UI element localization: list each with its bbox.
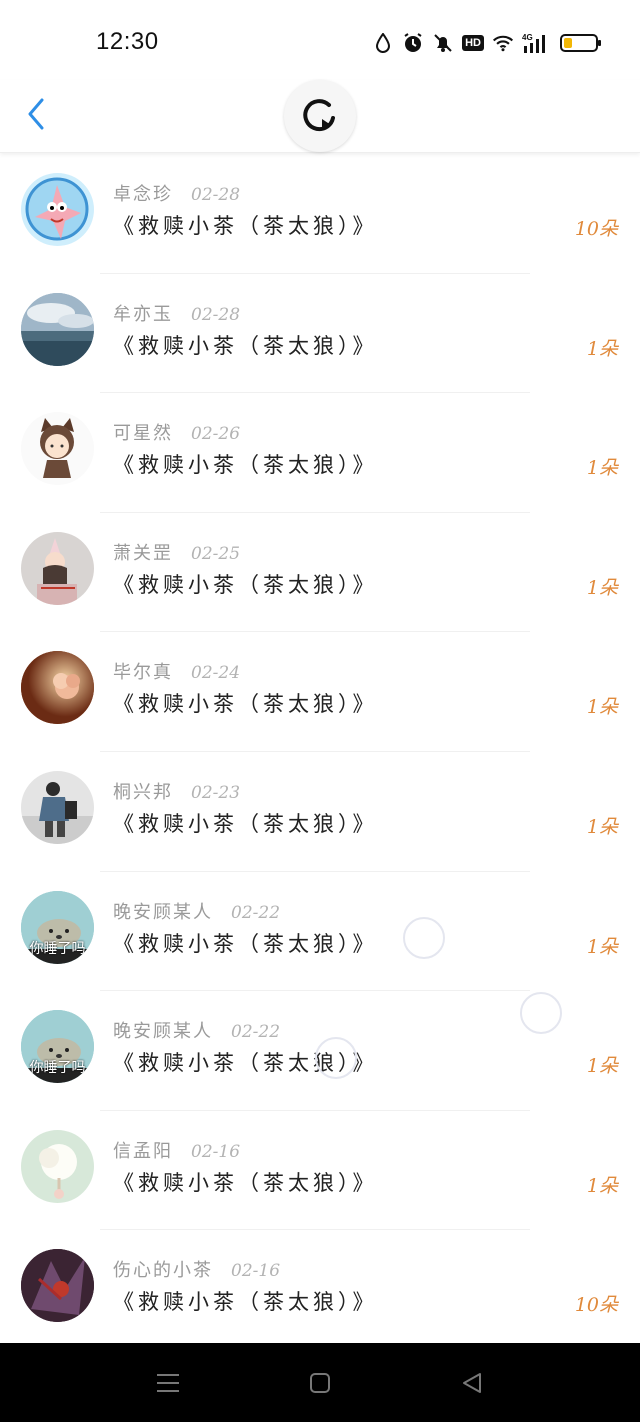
mute-bell-icon — [432, 32, 454, 54]
list-item[interactable]: 牟亦玉 02-28 《救赎小茶（茶太狼）》 1朵 — [0, 274, 640, 394]
gift-date: 02-23 — [191, 782, 241, 803]
gift-date: 02-28 — [191, 304, 241, 325]
user-name: 毕尔真 — [113, 662, 173, 684]
battery-icon — [560, 34, 601, 52]
back-button[interactable] — [18, 94, 54, 134]
list-item[interactable]: 毕尔真 02-24 《救赎小茶（茶太狼）》 1朵 — [0, 632, 640, 752]
user-name: 晚安顾某人 — [113, 901, 213, 923]
avatar[interactable] — [21, 1129, 94, 1203]
avatar[interactable]: 你睡了吗 — [21, 1010, 94, 1084]
user-name: 萧关罡 — [113, 542, 173, 564]
avatar[interactable] — [21, 412, 94, 486]
user-name: 卓念珍 — [113, 184, 173, 205]
book-title: 《救赎小茶（茶太狼）》 — [113, 214, 378, 238]
avatar[interactable] — [21, 770, 94, 844]
user-name: 可星然 — [113, 423, 173, 445]
name-line: 信孟阳 02-16 — [113, 1137, 240, 1163]
back-nav-button[interactable] — [458, 1369, 486, 1397]
hd-icon: HD — [462, 35, 484, 51]
touch-indicator — [403, 917, 445, 959]
list-item[interactable]: 信孟阳 02-16 《救赎小茶（茶太狼）》 1朵 — [0, 1111, 640, 1231]
gift-list: 卓念珍 02-28 《救赎小茶（茶太狼）》 10朵 牟亦玉 02-28 《救赎小… — [0, 154, 640, 1350]
gift-date: 02-16 — [231, 1261, 281, 1282]
refresh-button[interactable] — [284, 80, 356, 152]
gift-date: 02-26 — [191, 424, 241, 445]
list-item[interactable]: 卓念珍 02-28 《救赎小茶（茶太狼）》 10朵 — [0, 154, 640, 274]
home-square-icon — [310, 1373, 330, 1393]
flower-count: 10朵 — [574, 1294, 618, 1317]
alarm-icon — [402, 32, 424, 54]
avatar[interactable] — [21, 1249, 94, 1323]
list-item[interactable]: 萧关罡 02-25 《救赎小茶（茶太狼）》 1朵 — [0, 513, 640, 633]
name-line: 桐兴邦 02-23 — [113, 778, 240, 804]
book-title: 《救赎小茶（茶太狼）》 — [113, 811, 378, 836]
list-item[interactable]: 伤心的小茶 02-16 《救赎小茶（茶太狼）》 10朵 — [0, 1230, 640, 1350]
name-line: 萧关罡 02-25 — [113, 539, 240, 565]
avatar[interactable] — [21, 173, 94, 246]
name-line: 毕尔真 02-24 — [113, 658, 240, 684]
signal-4g-icon: 4G — [522, 32, 552, 54]
wifi-icon — [492, 32, 514, 54]
name-line: 伤心的小茶 02-16 — [113, 1256, 280, 1282]
system-nav-bar — [0, 1343, 640, 1422]
gift-date: 02-25 — [191, 543, 241, 564]
user-name: 桐兴邦 — [113, 781, 173, 803]
flower-count: 1朵 — [586, 457, 618, 480]
book-title: 《救赎小茶（茶太狼）》 — [113, 1170, 378, 1195]
list-item[interactable]: 桐兴邦 02-23 《救赎小茶（茶太狼）》 1朵 — [0, 752, 640, 872]
user-name: 伤心的小茶 — [113, 1260, 213, 1282]
avatar[interactable] — [21, 531, 94, 605]
touch-indicator — [520, 992, 562, 1034]
book-title: 《救赎小茶（茶太狼）》 — [113, 931, 378, 956]
list-item[interactable]: 可星然 02-26 《救赎小茶（茶太狼）》 1朵 — [0, 393, 640, 513]
chevron-left-icon — [28, 98, 44, 130]
back-triangle-icon — [463, 1373, 481, 1393]
user-name: 晚安顾某人 — [113, 1021, 213, 1043]
avatar[interactable] — [21, 651, 94, 725]
name-line: 可星然 02-26 — [113, 419, 240, 445]
name-line: 卓念珍 02-28 — [113, 180, 240, 206]
book-title: 《救赎小茶（茶太狼）》 — [113, 1290, 378, 1315]
water-drop-icon — [372, 32, 394, 54]
avatar-caption: 你睡了吗 — [29, 940, 86, 957]
name-line: 晚安顾某人 02-22 — [113, 898, 280, 924]
gift-date: 02-22 — [231, 1022, 281, 1043]
home-button[interactable] — [306, 1369, 334, 1397]
menu-button[interactable] — [154, 1369, 182, 1397]
status-time: 12:30 — [96, 28, 159, 55]
gift-date: 02-24 — [191, 663, 241, 684]
status-icons: HD 4G — [372, 28, 601, 58]
list-item[interactable]: 你睡了吗 晚安顾某人 02-22 《救赎小茶（茶太狼）》 1朵 — [0, 872, 640, 992]
status-bar: 12:30 HD 4G — [0, 0, 640, 80]
gift-date: 02-16 — [191, 1141, 241, 1162]
flower-count: 1朵 — [586, 1055, 618, 1078]
name-line: 牟亦玉 02-28 — [113, 300, 240, 326]
book-title: 《救赎小茶（茶太狼）》 — [113, 333, 378, 358]
avatar[interactable]: 你睡了吗 — [21, 890, 94, 964]
book-title: 《救赎小茶（茶太狼）》 — [113, 572, 378, 597]
user-name: 牟亦玉 — [113, 303, 173, 325]
flower-count: 1朵 — [586, 935, 618, 958]
flower-count: 1朵 — [586, 576, 618, 599]
book-title: 《救赎小茶（茶太狼）》 — [113, 692, 378, 717]
flower-count: 1朵 — [586, 337, 618, 360]
avatar[interactable] — [21, 292, 94, 366]
flower-count: 1朵 — [586, 815, 618, 838]
flower-count: 10朵 — [574, 218, 618, 240]
avatar-caption: 你睡了吗 — [29, 1060, 86, 1077]
name-line: 晚安顾某人 02-22 — [113, 1017, 280, 1043]
menu-icon — [157, 1374, 179, 1392]
network-label: 4G — [522, 33, 533, 42]
book-title: 《救赎小茶（茶太狼）》 — [113, 453, 378, 478]
gift-date: 02-22 — [231, 902, 281, 923]
top-header — [0, 80, 640, 153]
refresh-icon — [303, 99, 335, 132]
touch-indicator — [315, 1037, 357, 1079]
user-name: 信孟阳 — [113, 1140, 173, 1162]
flower-count: 1朵 — [586, 1174, 618, 1197]
gift-date: 02-28 — [191, 185, 241, 205]
flower-count: 1朵 — [586, 696, 618, 719]
